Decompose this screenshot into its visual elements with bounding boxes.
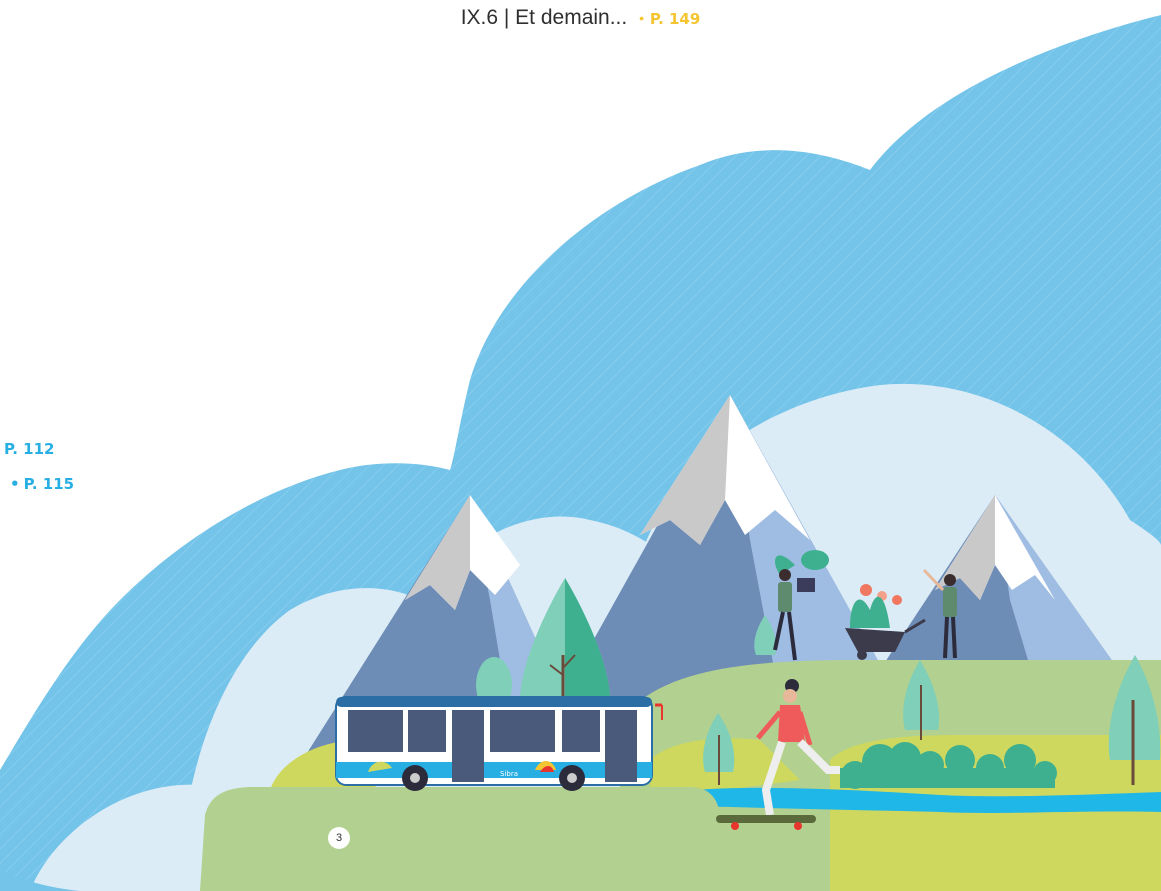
bus-logo-text: Sibra [500,770,518,778]
left-page-ref-1[interactable]: P. 112 [0,440,54,458]
illustration: Sibra [0,15,1161,891]
left-ref-text: P. 115 [23,475,75,493]
bus [335,696,663,791]
page-title: IX.6 | Et demain... • P. 149 [0,6,1161,30]
ground-foreground [200,787,720,891]
step-number-badge[interactable]: 3 [328,827,350,849]
title-page-ref[interactable]: P. 149 [650,10,700,28]
title-bullet: • [639,10,644,27]
left-ref-bullet: • [10,475,20,493]
title-text: IX.6 | Et demain... [460,6,628,29]
left-page-ref-2[interactable]: • P. 115 [10,475,74,493]
left-ref-text: P. 112 [4,440,55,458]
